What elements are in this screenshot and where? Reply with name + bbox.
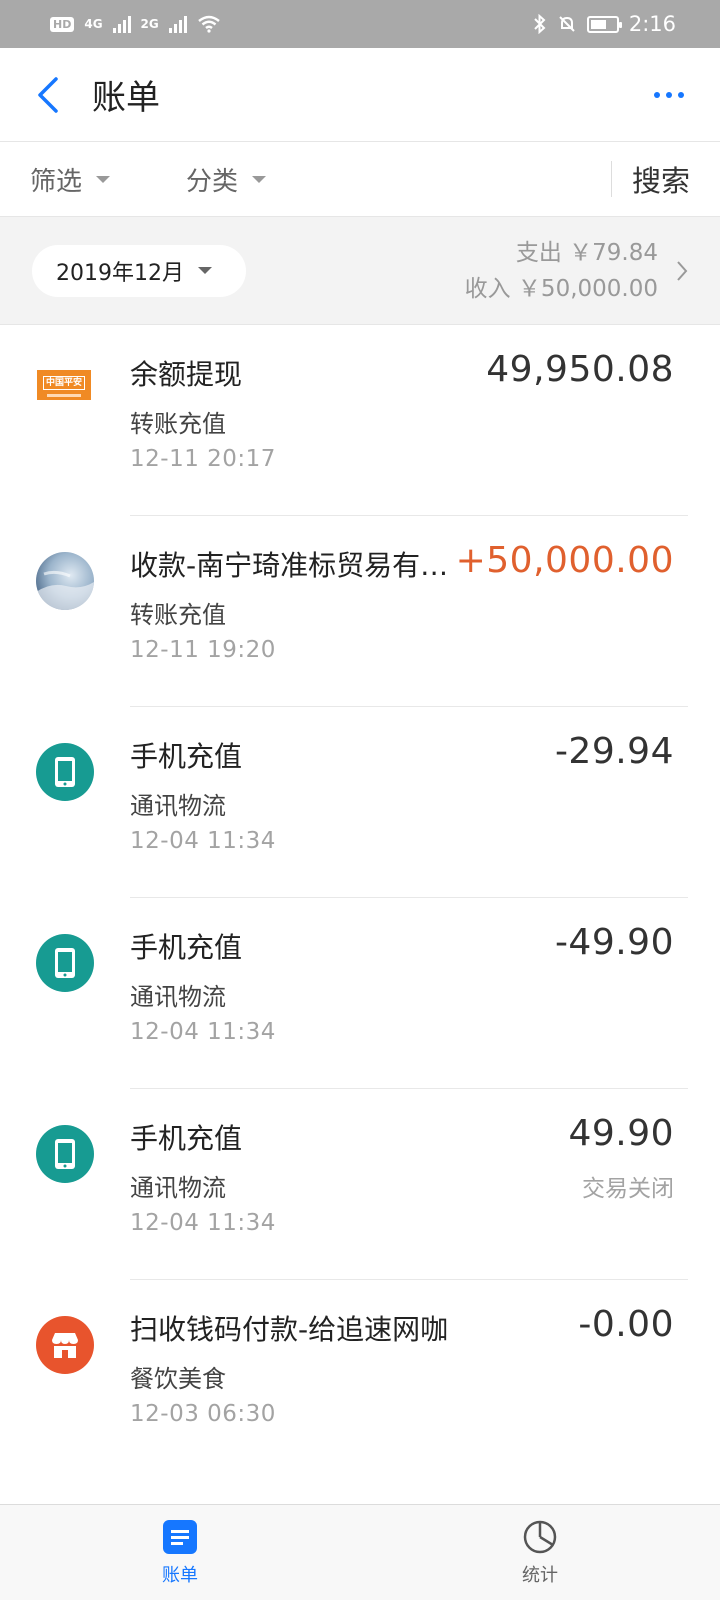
- tab-stats[interactable]: 统计: [360, 1505, 720, 1600]
- transaction-title: 手机充值: [130, 740, 243, 773]
- pie-chart-icon: [522, 1519, 558, 1555]
- transaction-time: 12-11 19:20: [130, 637, 276, 663]
- transaction-title: 余额提现: [130, 358, 243, 391]
- month-label: 2019年12月: [56, 260, 184, 286]
- phone-icon: [36, 1125, 94, 1183]
- transaction-amount: -29.94: [554, 731, 674, 772]
- transaction-time: 12-03 06:30: [130, 1401, 276, 1427]
- filter-label: 筛选: [30, 166, 83, 197]
- transaction-category: 通讯物流: [130, 792, 226, 820]
- transaction-status: 交易关闭: [582, 1176, 674, 1202]
- store-icon: [36, 1316, 94, 1374]
- battery-icon: [586, 15, 622, 33]
- expense-total: 支出 ￥79.84: [515, 239, 658, 266]
- category-label: 分类: [186, 166, 239, 197]
- transaction-row[interactable]: 手机充值 通讯物流 12-04 11:34 49.90 交易关闭: [0, 1089, 720, 1280]
- more-dot-icon: [654, 91, 660, 98]
- signal-icon-2: [168, 15, 187, 33]
- chevron-right-icon[interactable]: [668, 260, 688, 282]
- status-right: 2:16: [533, 12, 676, 36]
- month-selector[interactable]: 2019年12月: [32, 244, 246, 297]
- filter-bar: 筛选 分类 搜索: [0, 142, 720, 217]
- network-type-1: 4G: [84, 17, 103, 31]
- caret-down-icon: [252, 175, 267, 183]
- network-type-2: 2G: [140, 17, 159, 31]
- status-time: 2:16: [628, 12, 676, 36]
- hd-icon: HD: [50, 16, 75, 32]
- nav-bar: 账单: [0, 48, 720, 142]
- more-dot-icon: [666, 91, 672, 98]
- transaction-row[interactable]: 手机充值 通讯物流 12-04 11:34 -49.90: [0, 898, 720, 1089]
- transaction-time: 12-04 11:34: [130, 1019, 276, 1045]
- phone-icon: [36, 743, 94, 801]
- tab-stats-label: 统计: [522, 1564, 558, 1586]
- transaction-list: 中国平安 余额提现 转账充值 12-11 20:17 49,950.08 收款-…: [0, 325, 720, 1471]
- more-button[interactable]: [654, 82, 684, 108]
- transaction-amount: 49,950.08: [486, 349, 674, 390]
- signal-icon: [112, 15, 131, 33]
- transaction-amount: +50,000.00: [455, 540, 674, 581]
- category-dropdown[interactable]: 分类: [186, 161, 267, 198]
- filter-dropdown[interactable]: 筛选: [30, 161, 111, 198]
- transaction-row[interactable]: 扫收钱码付款-给追速网咖 餐饮美食 12-03 06:30 -0.00: [0, 1280, 720, 1471]
- bank-logo-icon: 中国平安: [37, 370, 91, 400]
- search-button[interactable]: 搜索: [610, 161, 690, 198]
- transaction-title: 手机充值: [130, 1122, 243, 1155]
- wifi-icon: [197, 15, 220, 33]
- transaction-category: 通讯物流: [130, 983, 226, 1011]
- tab-bar: 账单 统计: [0, 1504, 720, 1600]
- caret-down-icon: [96, 175, 111, 183]
- income-total: 收入 ￥50,000.00: [464, 275, 658, 302]
- status-bar: HD 4G 2G 2:16: [0, 0, 720, 48]
- status-left: HD 4G 2G: [50, 15, 221, 33]
- bill-icon: [162, 1519, 198, 1555]
- caret-down-icon: [197, 267, 212, 274]
- back-button[interactable]: [36, 75, 76, 115]
- more-dot-icon: [678, 91, 684, 98]
- month-summary: 2019年12月 支出 ￥79.84 收入 ￥50,000.00: [0, 217, 720, 325]
- transaction-row[interactable]: 中国平安 余额提现 转账充值 12-11 20:17 49,950.08: [0, 325, 720, 516]
- transaction-row[interactable]: 手机充值 通讯物流 12-04 11:34 -29.94: [0, 707, 720, 898]
- transaction-category: 通讯物流: [130, 1174, 226, 1202]
- transaction-amount: -0.00: [578, 1304, 674, 1345]
- transaction-title: 收款-南宁琦准标贸易有…: [130, 549, 449, 582]
- mute-bell-icon: [559, 16, 575, 32]
- transaction-row[interactable]: 收款-南宁琦准标贸易有… 转账充值 12-11 19:20 +50,000.00: [0, 516, 720, 707]
- page-title: 账单: [92, 78, 160, 118]
- transaction-time: 12-11 20:17: [130, 446, 276, 472]
- phone-icon: [36, 934, 94, 992]
- transaction-category: 餐饮美食: [130, 1365, 226, 1393]
- tab-bill[interactable]: 账单: [0, 1505, 360, 1600]
- bluetooth-icon: [534, 14, 546, 34]
- transaction-amount: 49.90: [568, 1113, 674, 1154]
- transaction-time: 12-04 11:34: [130, 1210, 276, 1236]
- transaction-title: 扫收钱码付款-给追速网咖: [130, 1313, 449, 1346]
- back-arrow-icon: [38, 76, 58, 113]
- tab-bill-label: 账单: [162, 1564, 198, 1586]
- avatar: [36, 552, 94, 610]
- transaction-amount: -49.90: [554, 922, 674, 963]
- transaction-title: 手机充值: [130, 931, 243, 964]
- transaction-time: 12-04 11:34: [130, 828, 276, 854]
- transaction-category: 转账充值: [130, 410, 226, 438]
- transaction-category: 转账充值: [130, 601, 226, 629]
- month-totals[interactable]: 支出 ￥79.84 收入 ￥50,000.00: [246, 235, 668, 307]
